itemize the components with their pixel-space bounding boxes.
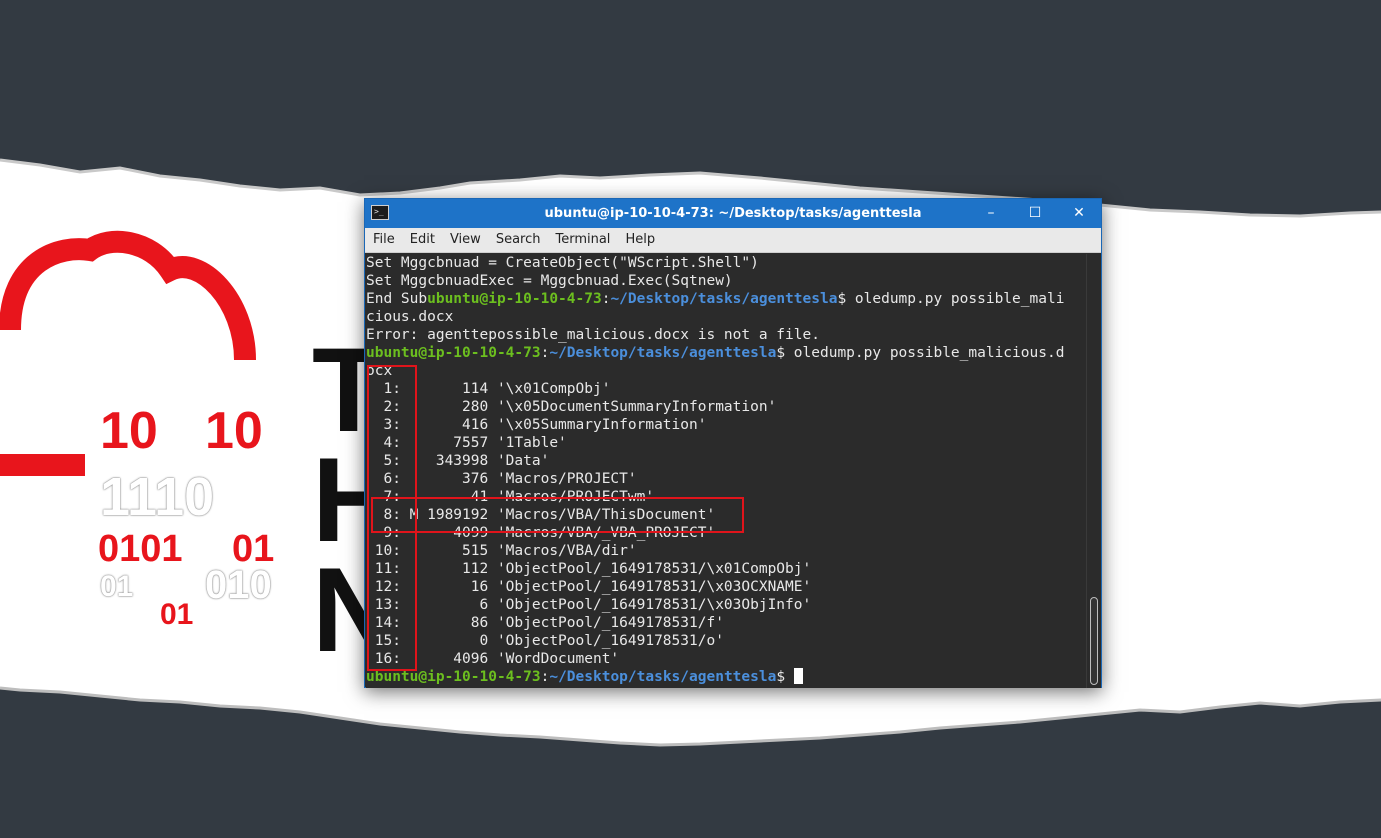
prompt-path: ~/Desktop/tasks/agenttesla (610, 291, 838, 307)
prompt-user: ubuntu@ip-10-10-4-73 (427, 291, 602, 307)
menu-view[interactable]: View (442, 228, 488, 252)
prompt-path: ~/Desktop/tasks/agenttesla (549, 669, 777, 685)
stream-row: 2: 280 '\x05DocumentSummaryInformation' (366, 399, 777, 415)
stream-row: 15: 0 'ObjectPool/_1649178531/o' (366, 633, 724, 649)
output-line: Set Mggcbnuad = CreateObject("WScript.Sh… (366, 255, 759, 271)
prompt-symbol: $ (776, 345, 794, 361)
stream-row: 14: 86 'ObjectPool/_1649178531/f' (366, 615, 724, 631)
command-line: ubuntu@ip-10-10-4-73:~/Desktop/tasks/age… (366, 344, 1086, 362)
text-cursor (793, 668, 803, 684)
maximize-icon: ☐ (1028, 205, 1042, 221)
stream-row: 11: 112 'ObjectPool/_1649178531/\x01Comp… (366, 561, 812, 577)
logo-binary-7: 010 (205, 563, 272, 607)
menu-help[interactable]: Help (617, 228, 662, 252)
logo-binary-6: 01 (100, 570, 134, 603)
maximize-button[interactable]: ☐ (1013, 199, 1057, 228)
terminal-output[interactable]: Set Mggcbnuad = CreateObject("WScript.Sh… (366, 254, 1086, 688)
output-line: cious.docx (366, 309, 454, 325)
scrollbar[interactable] (1086, 254, 1101, 688)
stream-row: 1: 114 '\x01CompObj' (366, 381, 611, 397)
menu-bar: File Edit View Search Terminal Help (365, 228, 1101, 253)
menu-search[interactable]: Search (488, 228, 548, 252)
menu-terminal[interactable]: Terminal (547, 228, 617, 252)
logo-binary-2: 10 (205, 402, 263, 460)
command-prompt-line: ubuntu@ip-10-10-4-73:~/Desktop/tasks/age… (366, 668, 1086, 686)
stream-row: 16: 4096 'WordDocument' (366, 651, 620, 667)
terminal-window: >_ ubuntu@ip-10-10-4-73: ~/Desktop/tasks… (364, 198, 1102, 688)
prompt-symbol: $ (776, 669, 794, 685)
command-line: End Sububuntu@ip-10-10-4-73:~/Desktop/ta… (366, 290, 1086, 308)
minimize-icon: – (987, 205, 995, 221)
output-line: Set MggcbnuadExec = Mggcbnuad.Exec(Sqtne… (366, 273, 733, 289)
stream-row-macro: 8: M 1989192 'Macros/VBA/ThisDocument' (366, 507, 716, 523)
stream-row: 7: 41 'Macros/PROJECTwm' (366, 489, 655, 505)
command-text: oledump.py possible_mali (854, 291, 1065, 307)
window-titlebar[interactable]: >_ ubuntu@ip-10-10-4-73: ~/Desktop/tasks… (365, 199, 1101, 228)
stream-row: 13: 6 'ObjectPool/_1649178531/\x03ObjInf… (366, 597, 812, 613)
stream-row: 6: 376 'Macros/PROJECT' (366, 471, 637, 487)
stream-row: 3: 416 '\x05SummaryInformation' (366, 417, 707, 433)
close-button[interactable]: ✕ (1057, 199, 1101, 228)
prompt-user: ubuntu@ip-10-10-4-73 (366, 345, 541, 361)
output-text: End Sub (366, 291, 428, 307)
prompt-user: ubuntu@ip-10-10-4-73 (366, 669, 541, 685)
stream-row: 10: 515 'Macros/VBA/dir' (366, 543, 637, 559)
logo-binary-3: 1110 (100, 467, 215, 527)
output-line: ocx (366, 363, 393, 379)
error-line: Error: agenttepossible_malicious.docx is… (366, 327, 820, 343)
stream-row: 4: 7557 '1Table' (366, 435, 567, 451)
stream-row: 5: 343998 'Data' (366, 453, 550, 469)
menu-file[interactable]: File (365, 228, 402, 252)
logo-binary-8: 01 (160, 598, 194, 631)
stream-row: 12: 16 'ObjectPool/_1649178531/\x03OCXNA… (366, 579, 812, 595)
minimize-button[interactable]: – (969, 199, 1013, 228)
prompt-symbol: $ (837, 291, 855, 307)
logo-binary-1: 10 (100, 402, 158, 460)
command-text: oledump.py possible_malicious.d (793, 345, 1065, 361)
prompt-path: ~/Desktop/tasks/agenttesla (549, 345, 777, 361)
close-icon: ✕ (1073, 205, 1085, 221)
scrollbar-thumb[interactable] (1090, 597, 1098, 685)
stream-row: 9: 4099 'Macros/VBA/_VBA_PROJECT' (366, 525, 716, 541)
logo-binary-4: 0101 (98, 528, 183, 570)
menu-edit[interactable]: Edit (402, 228, 442, 252)
